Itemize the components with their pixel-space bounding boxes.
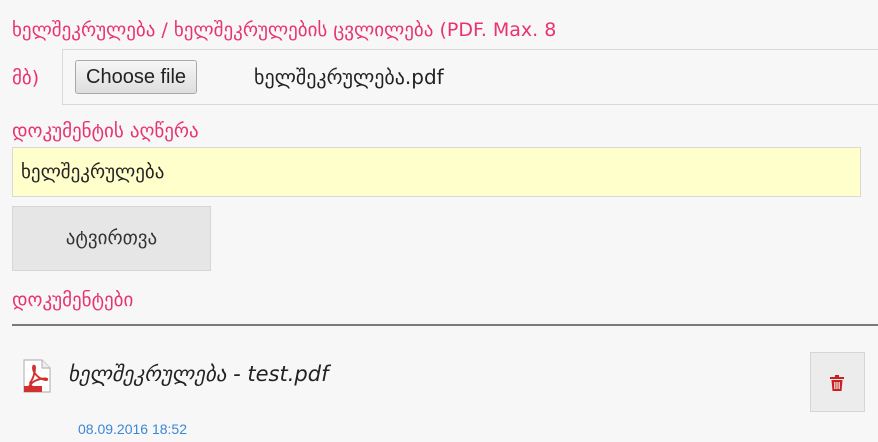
document-date: 08.09.2016 18:52 <box>78 421 187 437</box>
trash-icon <box>830 375 844 391</box>
choose-file-button[interactable]: Choose file <box>75 60 198 94</box>
document-link[interactable]: ხელშეკრულება - test.pdf <box>68 359 328 389</box>
selected-file-name: ხელშეკრულება.pdf <box>254 65 444 89</box>
document-list-item: ხელშეკრულება - test.pdf 08.09.2016 18:52 <box>0 326 878 442</box>
upload-label: ხელშეკრულება / ხელშეკრულების ცვლილება (P… <box>12 19 557 41</box>
upload-button[interactable]: ატვირთვა <box>12 206 211 271</box>
description-input[interactable] <box>12 147 861 197</box>
documents-section-label: დოკუმენტები <box>12 289 134 311</box>
upload-label-continued: მბ) <box>12 67 40 89</box>
pdf-file-icon <box>21 359 53 393</box>
delete-document-button[interactable] <box>810 352 865 412</box>
file-input[interactable]: Choose file ხელშეკრულება.pdf <box>62 49 878 105</box>
description-label: დოკუმენტის აღწერა <box>12 120 199 142</box>
